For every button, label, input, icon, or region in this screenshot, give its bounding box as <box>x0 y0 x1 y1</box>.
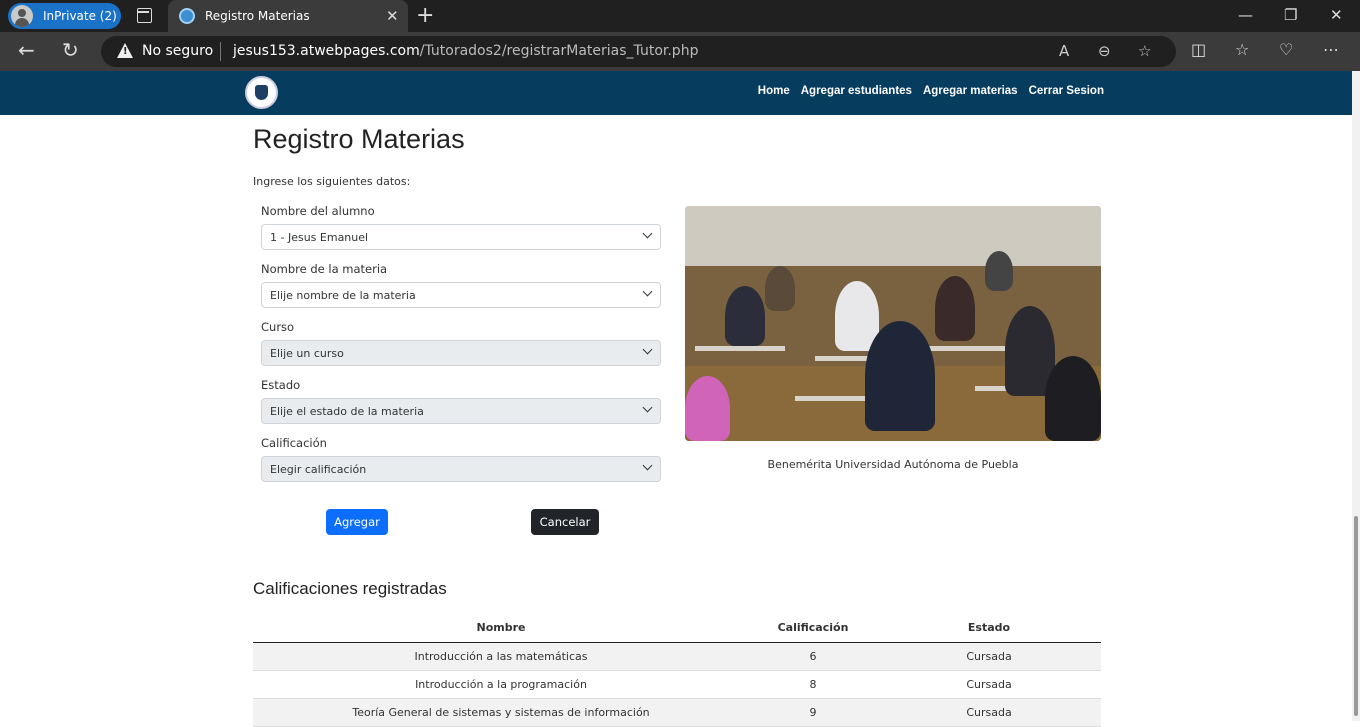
zoom-icon[interactable]: ⊖ <box>1098 42 1111 60</box>
refresh-icon[interactable]: ↻ <box>62 38 79 62</box>
photo-student <box>935 276 975 341</box>
estado-label: Estado <box>261 378 301 392</box>
curso-label: Curso <box>261 320 295 334</box>
tab-title: Registro Materias <box>205 9 310 23</box>
agregar-button[interactable]: Agregar <box>326 509 388 535</box>
students-exam-photo <box>685 206 1101 441</box>
cell-nombre: Teoría General de sistemas y sistemas de… <box>253 698 749 727</box>
table-header-row: Nombre Calificación Estado <box>253 614 1101 643</box>
photo-student <box>765 266 795 311</box>
photo-student <box>685 376 730 441</box>
site-favicon-icon <box>179 8 195 24</box>
browser-titlebar: InPrivate (2) Registro Materias ✕ + — ❐ … <box>0 0 1360 32</box>
cell-estado: Cursada <box>877 642 1101 671</box>
url-domain: jesus153.atwebpages.com <box>233 43 420 59</box>
curso-select[interactable]: Elije un curso <box>261 340 661 366</box>
browser-toolbar: ← ↻ No seguro jesus153.atwebpages.com/Tu… <box>0 32 1360 71</box>
materia-label: Nombre de la materia <box>261 262 388 276</box>
alumno-label: Nombre del alumno <box>261 204 375 218</box>
cell-calificacion: 9 <box>749 698 877 727</box>
grades-table: Nombre Calificación Estado Introducción … <box>253 614 1101 727</box>
calificacion-label: Calificación <box>261 436 327 450</box>
cell-estado: Cursada <box>877 670 1101 699</box>
chevron-down-icon <box>642 402 653 413</box>
nav-links: Home Agregar estudiantes Agregar materia… <box>758 85 1104 97</box>
photo-caption: Benemérita Universidad Autónoma de Puebl… <box>767 458 1019 471</box>
calificacion-select-value: Elegir calificación <box>270 463 367 476</box>
photo-student <box>725 286 765 346</box>
estado-select[interactable]: Elije el estado de la materia <box>261 398 661 424</box>
scrollbar-thumb[interactable] <box>1354 516 1358 716</box>
address-separator <box>220 42 221 61</box>
chevron-down-icon <box>642 228 653 239</box>
profile-avatar-icon <box>11 5 33 27</box>
cell-calificacion: 8 <box>749 670 877 699</box>
alumno-select-value: 1 - Jesus Emanuel <box>270 231 369 244</box>
inprivate-badge[interactable]: InPrivate (2) <box>8 3 121 29</box>
estado-select-value: Elije el estado de la materia <box>270 405 424 418</box>
nav-link-cerrar-sesion[interactable]: Cerrar Sesion <box>1029 85 1104 97</box>
column-header-calificacion: Calificación <box>749 614 877 643</box>
warning-icon[interactable] <box>117 43 133 58</box>
materia-select[interactable]: Elije nombre de la materia <box>261 282 661 308</box>
read-aloud-icon[interactable]: A <box>1059 42 1069 60</box>
photo-desk <box>695 346 785 351</box>
photo-desk <box>925 346 1005 351</box>
favorite-star-icon[interactable]: ☆ <box>1138 42 1151 60</box>
nav-link-agregar-materias[interactable]: Agregar materias <box>923 85 1018 97</box>
chevron-down-icon <box>642 286 653 297</box>
photo-student <box>1045 356 1101 441</box>
nav-link-home[interactable]: Home <box>758 85 790 97</box>
photo-student <box>985 251 1013 291</box>
favorites-icon[interactable]: ☆ <box>1235 40 1249 59</box>
cell-nombre: Introducción a la programación <box>253 670 749 699</box>
column-header-nombre: Nombre <box>253 614 749 643</box>
table-row: Introducción a la programación 8 Cursada <box>253 670 1101 699</box>
intro-text: Ingrese los siguientes datos: <box>253 175 411 188</box>
materia-select-value: Elije nombre de la materia <box>270 289 416 302</box>
curso-select-value: Elije un curso <box>270 347 344 360</box>
cancelar-button[interactable]: Cancelar <box>531 509 599 535</box>
tab-registro-materias[interactable]: Registro Materias ✕ <box>168 0 408 32</box>
tab-actions-icon[interactable] <box>137 8 152 23</box>
table-row: Introducción a las matemáticas 6 Cursada <box>253 642 1101 671</box>
university-logo[interactable] <box>245 76 278 109</box>
url-path: /Tutorados2/registrarMaterias_Tutor.php <box>419 43 699 59</box>
photo-wall <box>685 206 1101 266</box>
cell-calificacion: 6 <box>749 642 877 671</box>
split-screen-icon[interactable]: ◫ <box>1191 40 1206 59</box>
grades-heading: Calificaciones registradas <box>253 579 447 598</box>
alumno-select[interactable]: 1 - Jesus Emanuel <box>261 224 661 250</box>
more-menu-icon[interactable]: ⋯ <box>1323 40 1339 59</box>
cell-estado: Cursada <box>877 698 1101 727</box>
chevron-down-icon <box>642 344 653 355</box>
table-row: Teoría General de sistemas y sistemas de… <box>253 698 1101 727</box>
chevron-down-icon <box>642 460 653 471</box>
inprivate-label: InPrivate (2) <box>43 9 117 23</box>
browser-essentials-icon[interactable]: ♡ <box>1279 40 1293 59</box>
tab-close-icon[interactable]: ✕ <box>386 7 399 25</box>
url-text[interactable]: jesus153.atwebpages.com/Tutorados2/regis… <box>233 43 698 59</box>
calificacion-select[interactable]: Elegir calificación <box>261 456 661 482</box>
close-window-icon[interactable]: ✕ <box>1330 6 1343 24</box>
cell-nombre: Introducción a las matemáticas <box>253 642 749 671</box>
page-scrollbar[interactable] <box>1352 71 1360 721</box>
security-label[interactable]: No seguro <box>142 43 213 59</box>
minimize-icon[interactable]: — <box>1238 6 1253 24</box>
back-icon[interactable]: ← <box>18 38 35 62</box>
restore-icon[interactable]: ❐ <box>1284 6 1297 24</box>
site-navbar: Home Agregar estudiantes Agregar materia… <box>0 71 1352 115</box>
new-tab-icon[interactable]: + <box>416 3 434 28</box>
page-title: Registro Materias <box>253 124 465 154</box>
address-bar[interactable]: No seguro jesus153.atwebpages.com/Tutora… <box>101 36 1176 67</box>
photo-student <box>865 321 935 431</box>
column-header-estado: Estado <box>877 614 1101 643</box>
nav-link-agregar-estudiantes[interactable]: Agregar estudiantes <box>801 85 912 97</box>
